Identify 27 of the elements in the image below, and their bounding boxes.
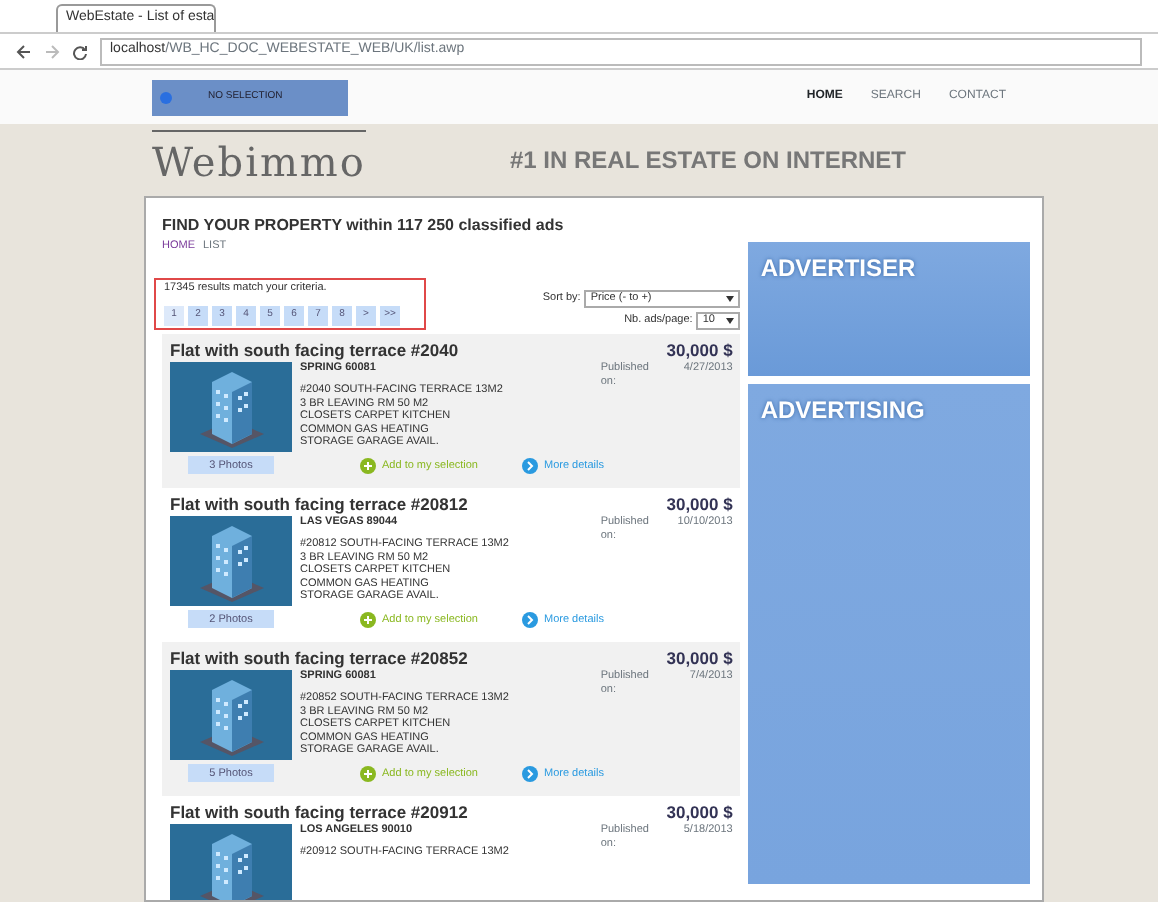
listing-title[interactable]: Flat with south facing terrace #20812 — [170, 491, 468, 517]
chevron-icon — [522, 765, 538, 782]
logo[interactable]: Webimmo — [152, 129, 366, 191]
plus-icon — [360, 457, 376, 474]
price: 30,000 $ — [666, 491, 733, 516]
listing-title[interactable]: Flat with south facing terrace #20912 — [170, 799, 468, 825]
chevron-icon — [522, 457, 538, 474]
plus-icon — [360, 611, 376, 628]
info-icon — [160, 91, 172, 103]
price: 30,000 $ — [666, 645, 733, 670]
price: 30,000 $ — [666, 799, 733, 824]
price: 30,000 $ — [666, 337, 733, 362]
chevron-icon — [522, 611, 538, 628]
back-icon[interactable] — [16, 43, 32, 59]
listing-title[interactable]: Flat with south facing terrace #2040 — [170, 337, 459, 363]
property-image[interactable] — [170, 516, 292, 607]
property-image[interactable] — [170, 362, 292, 453]
ad-panel: ADVERTISER — [748, 242, 1030, 376]
caret-icon — [726, 295, 735, 302]
caret-icon — [726, 317, 735, 324]
listing-title[interactable]: Flat with south facing terrace #20852 — [170, 645, 468, 671]
tagline: #1 IN REAL ESTATE ON INTERNET — [509, 144, 906, 178]
plus-icon — [360, 765, 376, 782]
reload-icon[interactable] — [72, 43, 88, 59]
ad-panel: ADVERTISING — [748, 384, 1030, 884]
property-image[interactable] — [170, 670, 292, 761]
page-heading: FIND YOUR PROPERTY within 117 250 classified ads — [162, 214, 566, 238]
